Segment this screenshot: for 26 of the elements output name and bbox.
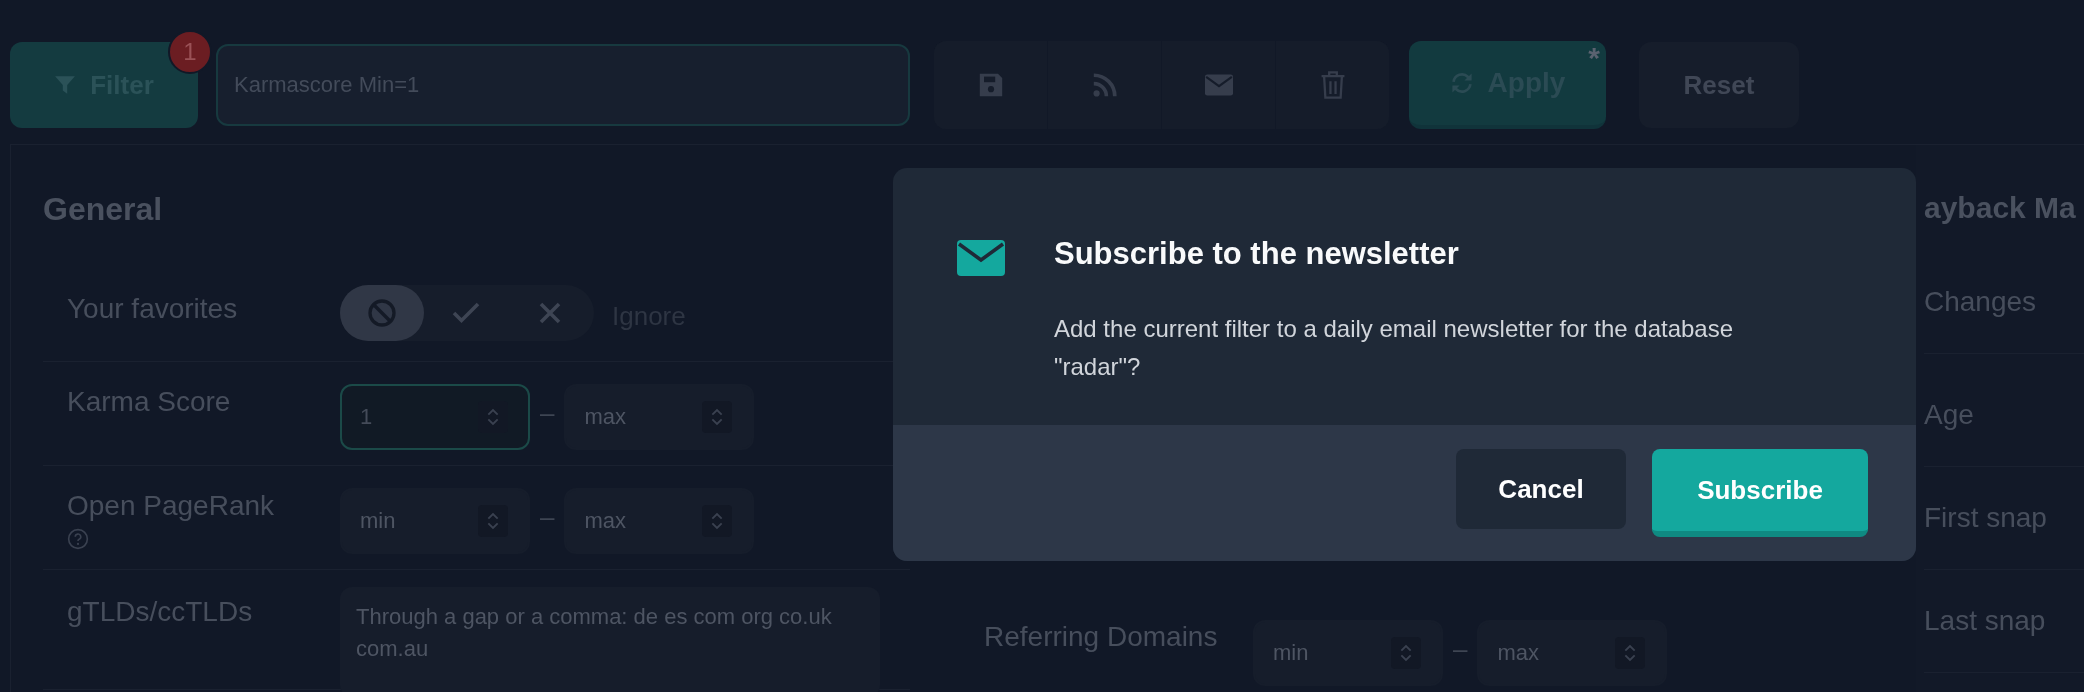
stepper-icon [1391, 637, 1421, 669]
ignore-option[interactable] [340, 285, 424, 341]
section-heading: ayback Ma [1924, 191, 2077, 226]
number-field[interactable]: max [564, 384, 755, 450]
range-dash: – [540, 398, 555, 429]
number-field[interactable]: max [1477, 620, 1668, 686]
ban-icon [367, 298, 397, 328]
stepper-icon [702, 505, 733, 537]
refresh-icon [1449, 71, 1474, 95]
stepper-icon [1615, 637, 1646, 669]
number-field[interactable]: max [564, 488, 755, 554]
cancel-button[interactable]: Cancel [1456, 449, 1626, 529]
dialog-title: Subscribe to the newsletter [1054, 236, 1460, 272]
stepper-icon [478, 505, 508, 537]
dialog-message: Add the current filter to a daily email newsletter for the database "radar"? [1054, 314, 1734, 382]
envelope-icon [957, 240, 1005, 276]
text-field[interactable]: Through a gap or a comma: de es com org co.uk com.au [340, 586, 880, 692]
section-heading: General [43, 191, 164, 229]
subscribe-button[interactable]: Subscribe [1652, 449, 1868, 537]
number-field[interactable]: min [340, 488, 530, 554]
range-dash: – [540, 502, 555, 533]
range-dash: – [1453, 634, 1468, 665]
funnel-icon [54, 74, 77, 96]
stepper-icon [702, 401, 733, 433]
number-field[interactable]: min [1253, 620, 1443, 686]
pending-mark: * [1588, 41, 1600, 75]
